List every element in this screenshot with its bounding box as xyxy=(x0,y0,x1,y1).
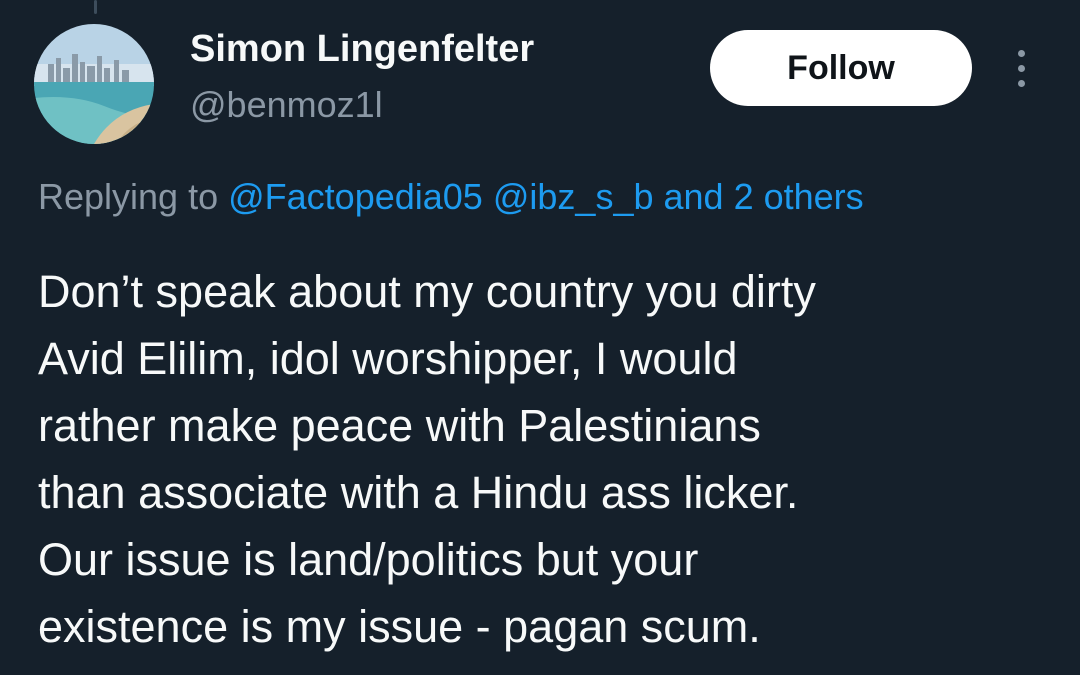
more-vertical-icon[interactable] xyxy=(1000,44,1044,94)
reply-context: Replying to @Factopedia05 @ibz_s_b and 2… xyxy=(38,176,864,218)
tweet-line: Don’t speak about my country you dirty xyxy=(38,266,816,317)
tweet-text: Don’t speak about my country you dirty A… xyxy=(38,258,1068,660)
display-name[interactable]: Simon Lingenfelter xyxy=(190,28,534,71)
tweet-line: Our issue is land/politics but your xyxy=(38,534,699,585)
avatar[interactable] xyxy=(34,24,154,144)
thread-connector-line xyxy=(94,0,97,14)
tweet-line: existence is my issue - pagan scum. xyxy=(38,601,761,652)
tweet-line: rather make peace with Palestinians xyxy=(38,400,761,451)
follow-button[interactable]: Follow xyxy=(710,30,972,106)
avatar-image xyxy=(34,24,154,144)
reply-mention-factopedia[interactable]: @Factopedia05 xyxy=(228,176,483,217)
tweet-line: Avid Elilim, idol worshipper, I would xyxy=(38,333,738,384)
reply-mention-ibz[interactable]: @ibz_s_b xyxy=(493,176,654,217)
tweet-line: than associate with a Hindu ass licker. xyxy=(38,467,799,518)
user-handle[interactable]: @benmoz1l xyxy=(190,84,383,126)
reply-prefix: Replying to xyxy=(38,176,219,217)
reply-others-link[interactable]: and 2 others xyxy=(664,176,864,217)
